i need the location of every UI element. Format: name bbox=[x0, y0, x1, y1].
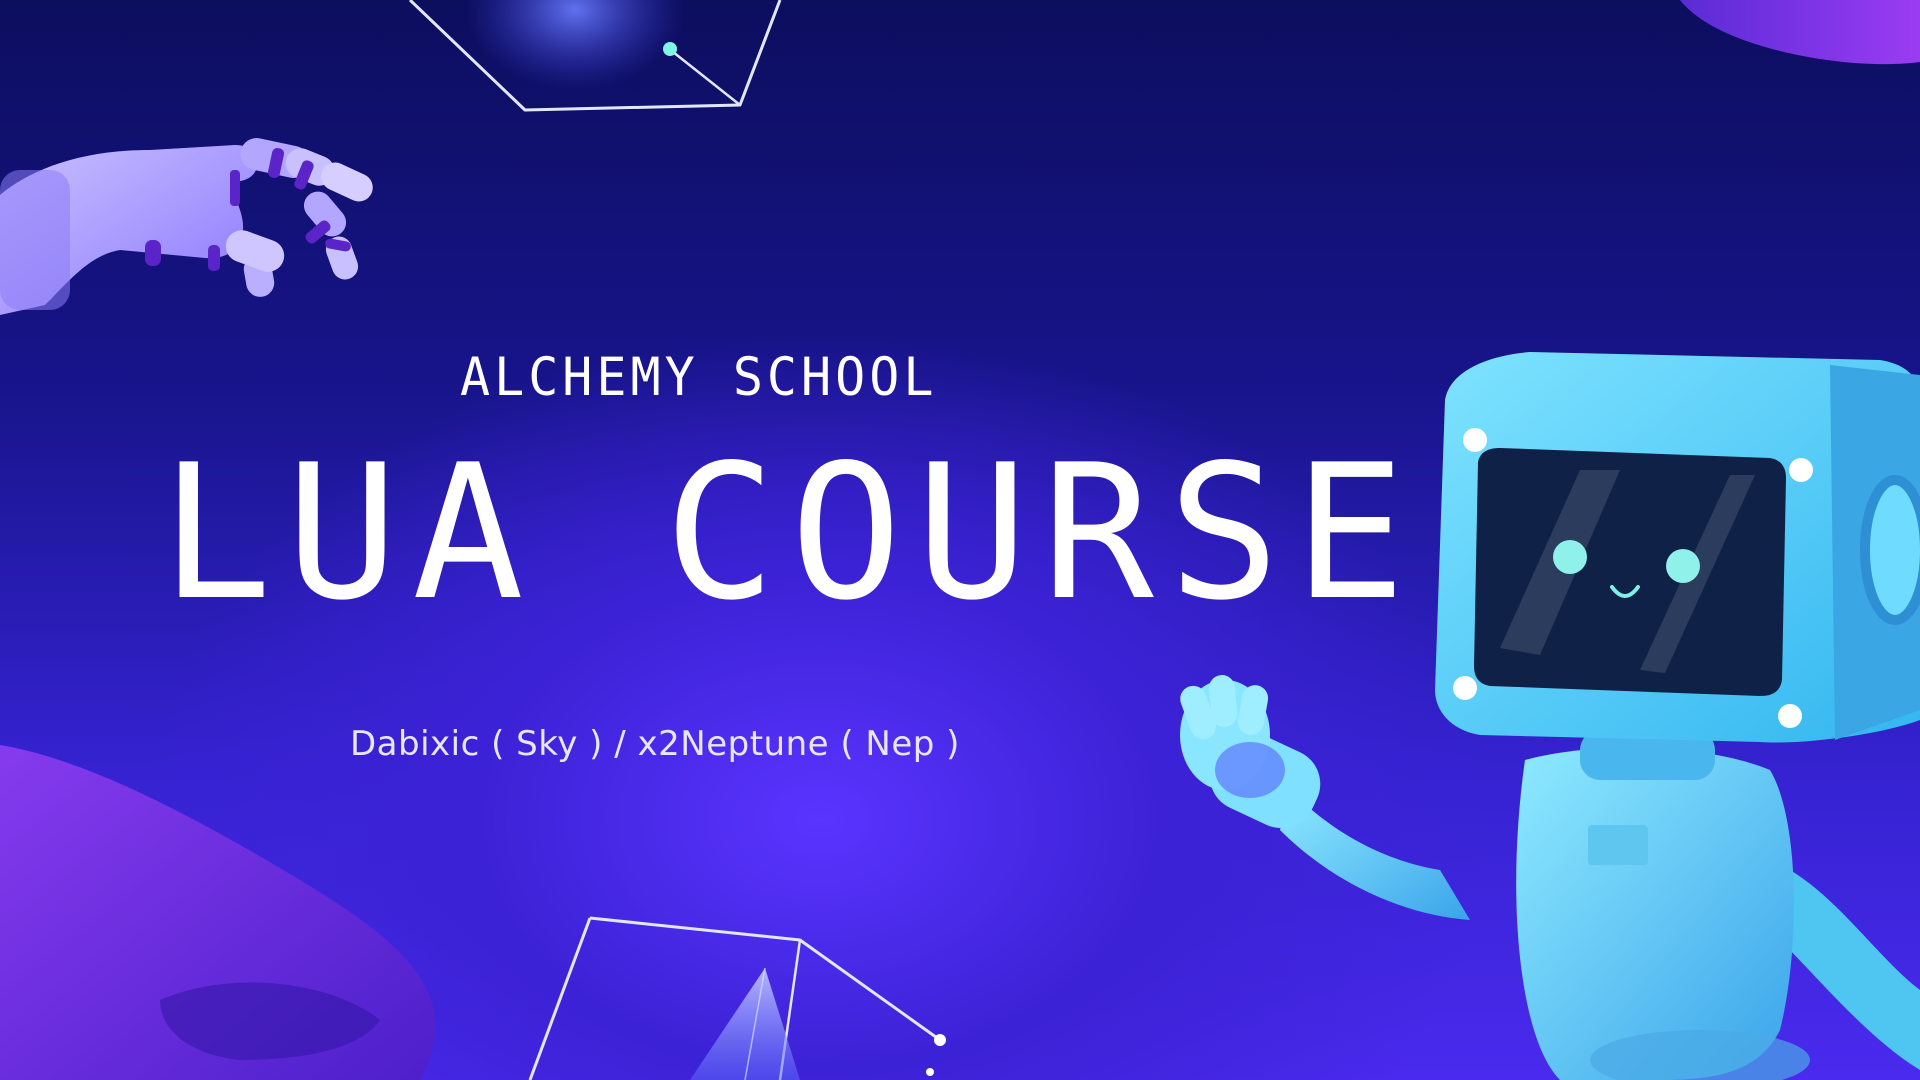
robot-hand-icon bbox=[0, 138, 373, 315]
top-right-blob-shape bbox=[1680, 0, 1920, 65]
title-slide: ALCHEMY SCHOOL LUA COURSE Dabixic ( Sky … bbox=[0, 0, 1920, 1080]
course-title: LUA COURSE bbox=[160, 424, 1420, 641]
bottom-cube-icon bbox=[528, 916, 946, 1080]
top-cube-icon bbox=[408, 0, 782, 112]
authors-line: Dabixic ( Sky ) / x2Neptune ( Nep ) bbox=[350, 724, 960, 764]
school-name: ALCHEMY SCHOOL bbox=[460, 346, 938, 408]
